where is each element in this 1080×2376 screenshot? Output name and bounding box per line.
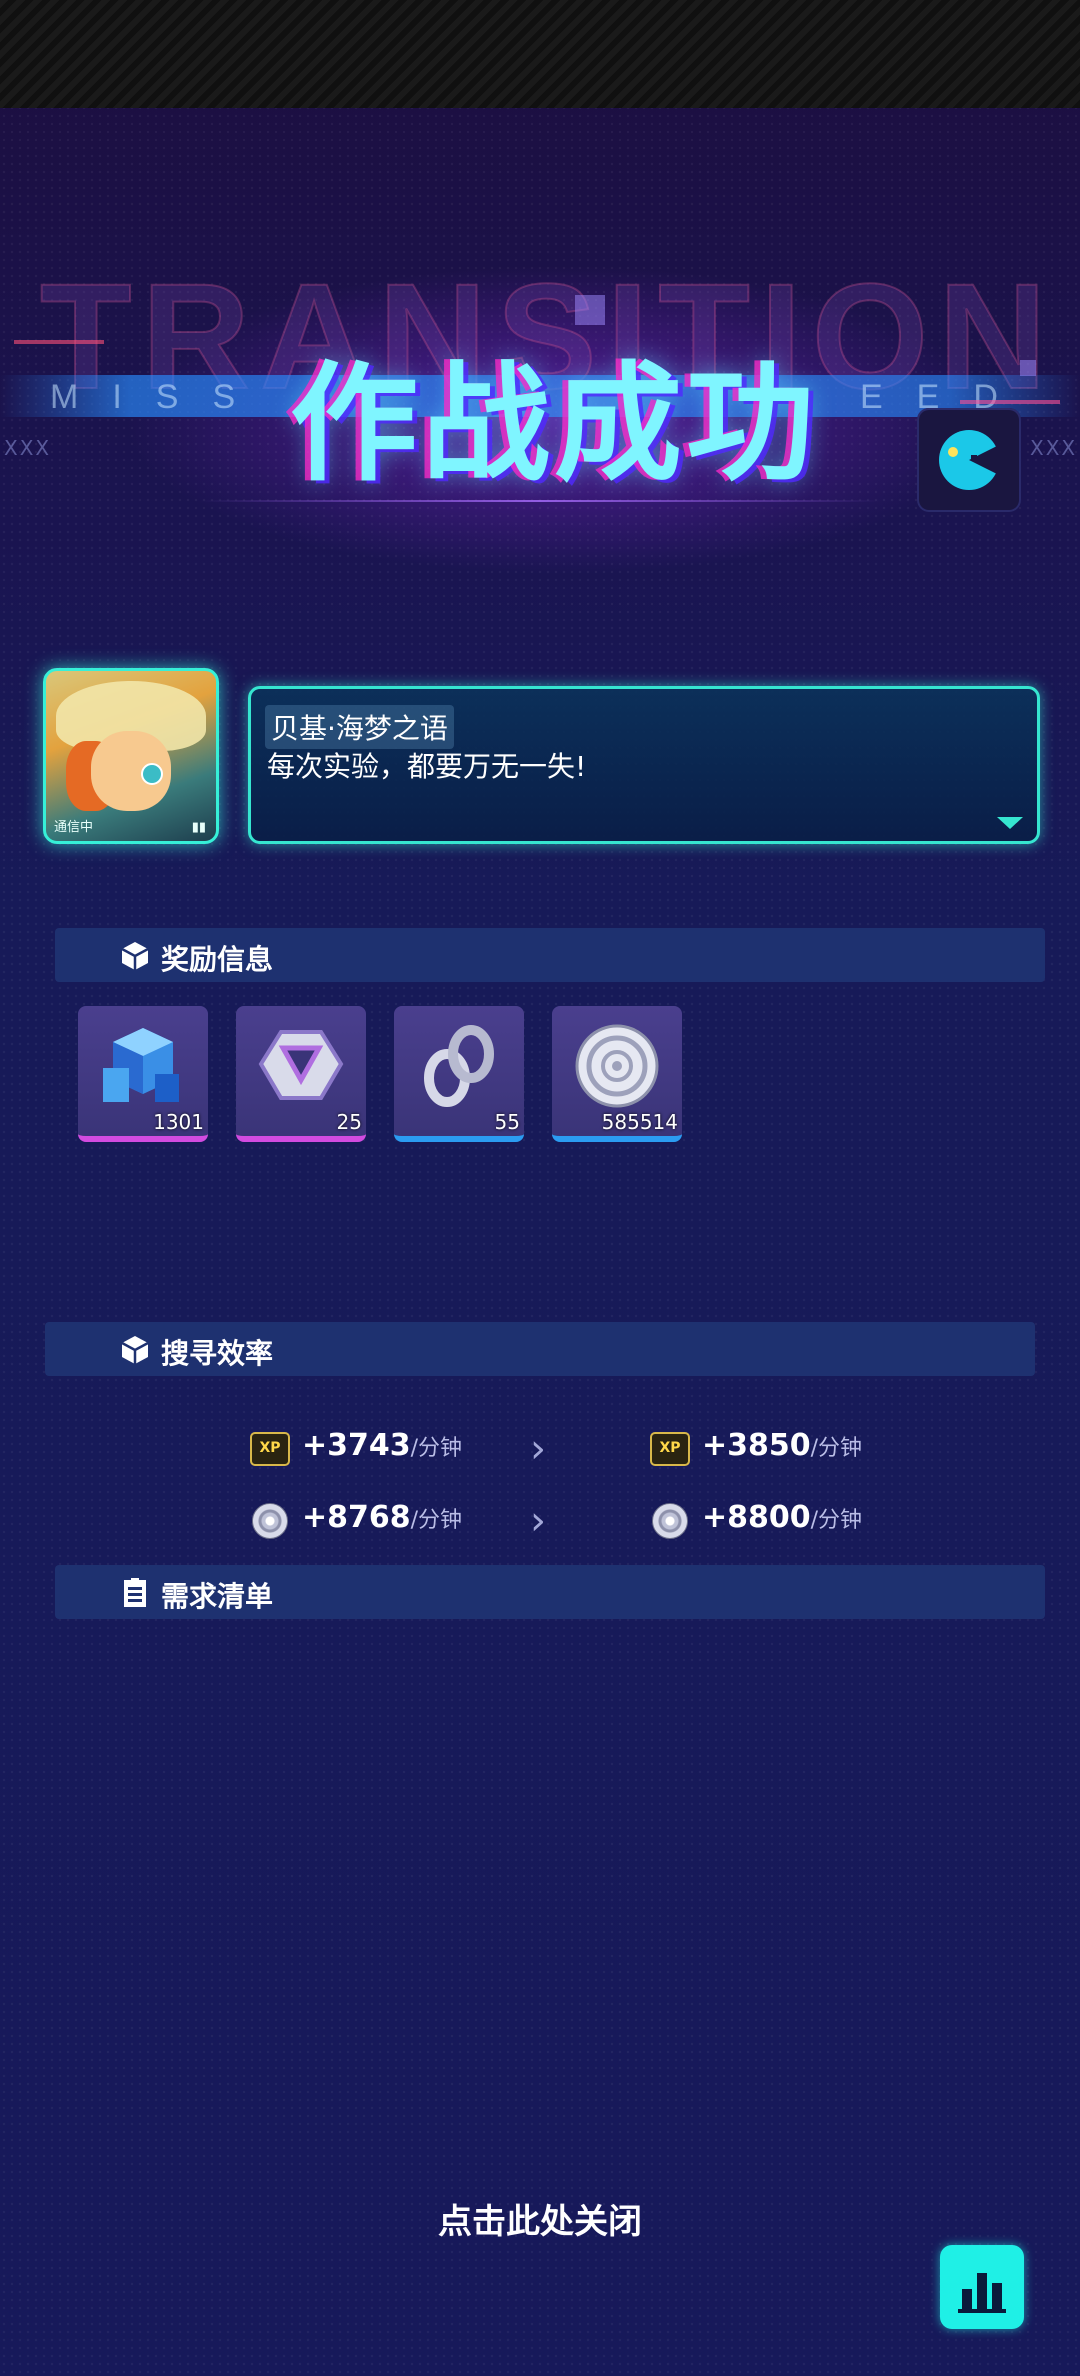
reward-item[interactable]: 1301 [78,1006,208,1142]
rate-unit: /分钟 [810,1436,863,1461]
speaker-name: 贝基·海梦之语 [265,705,454,749]
pacman-chat-button[interactable] [917,408,1021,512]
coin-rate-before-value: +8768 [302,1500,411,1535]
stats-button[interactable] [940,2245,1024,2329]
xp-rate-before-value: +3743 [302,1428,411,1463]
reward-item[interactable]: 55 [394,1006,524,1142]
title-underline [200,500,880,502]
glitch-line [14,340,104,344]
banner-band-text-left: MISS [50,378,270,416]
reward-quantity: 55 [494,1110,520,1134]
reward-quantity: 1301 [153,1110,204,1134]
rate-unit: /分钟 [410,1508,463,1533]
silver-coin-icon [575,1024,659,1108]
xp-rate-before: +3743/分钟 [302,1428,462,1463]
demand-section-label: 需求清单 [161,1580,274,1613]
reward-item[interactable]: 25 [236,1006,366,1142]
page-title: 作战成功 [290,350,819,499]
rewards-section-header: 奖励信息 [55,928,1045,982]
banner-xxx-left: XXX [4,436,52,460]
reward-item[interactable]: 585514 [552,1006,682,1142]
coin-rate-before: +8768/分钟 [302,1500,462,1535]
reward-quantity: 585514 [601,1110,678,1134]
close-button[interactable]: 点击此处关闭 [0,2194,1080,2243]
blue-cubes-icon [103,1028,179,1102]
glitch-line [960,400,1060,404]
status-bar [0,0,1080,108]
coin-icon [252,1503,288,1539]
chain-link-icon [424,1025,494,1107]
rewards-section-label: 奖励信息 [161,943,274,976]
speech-text: 每次实验，都要万无一失! [267,750,587,783]
glitch-pixel [1020,360,1036,376]
efficiency-section-header: 搜寻效率 [45,1322,1035,1376]
rate-unit: /分钟 [810,1508,863,1533]
demand-section-header: 需求清单 [55,1565,1045,1619]
portrait-eye [141,763,163,785]
banner-xxx-right: XXX [1030,436,1078,460]
silver-ring-frame-icon [258,1030,344,1100]
bar-chart-icon [958,2273,1006,2313]
dialog-box[interactable]: 贝基·海梦之语 每次实验，都要万无一失! [248,686,1040,844]
coin-rate-after: +8800/分钟 [702,1500,862,1535]
arrow-right-icon: › [530,1498,546,1544]
signal-icon: ▮▮ [191,820,206,835]
xp-rate-after: +3850/分钟 [702,1428,862,1463]
speaker-portrait: 通信中 ▮▮ [43,668,219,844]
reward-quantity: 25 [336,1110,362,1134]
coin-rate-after-value: +8800 [702,1500,811,1535]
arrow-right-icon: › [530,1426,546,1472]
xp-icon: XP [650,1432,690,1466]
coin-icon [652,1503,688,1539]
dialog-next-arrow-icon [997,817,1023,829]
clipboard-list-icon [124,1578,146,1607]
efficiency-section-label: 搜寻效率 [161,1337,274,1370]
rate-unit: /分钟 [410,1436,463,1461]
cube-icon [121,942,149,970]
cube-icon [121,1336,149,1364]
xp-rate-after-value: +3850 [702,1428,811,1463]
portrait-status-tag: 通信中 [54,820,94,835]
pacman-icon [939,430,1001,490]
xp-icon: XP [250,1432,290,1466]
